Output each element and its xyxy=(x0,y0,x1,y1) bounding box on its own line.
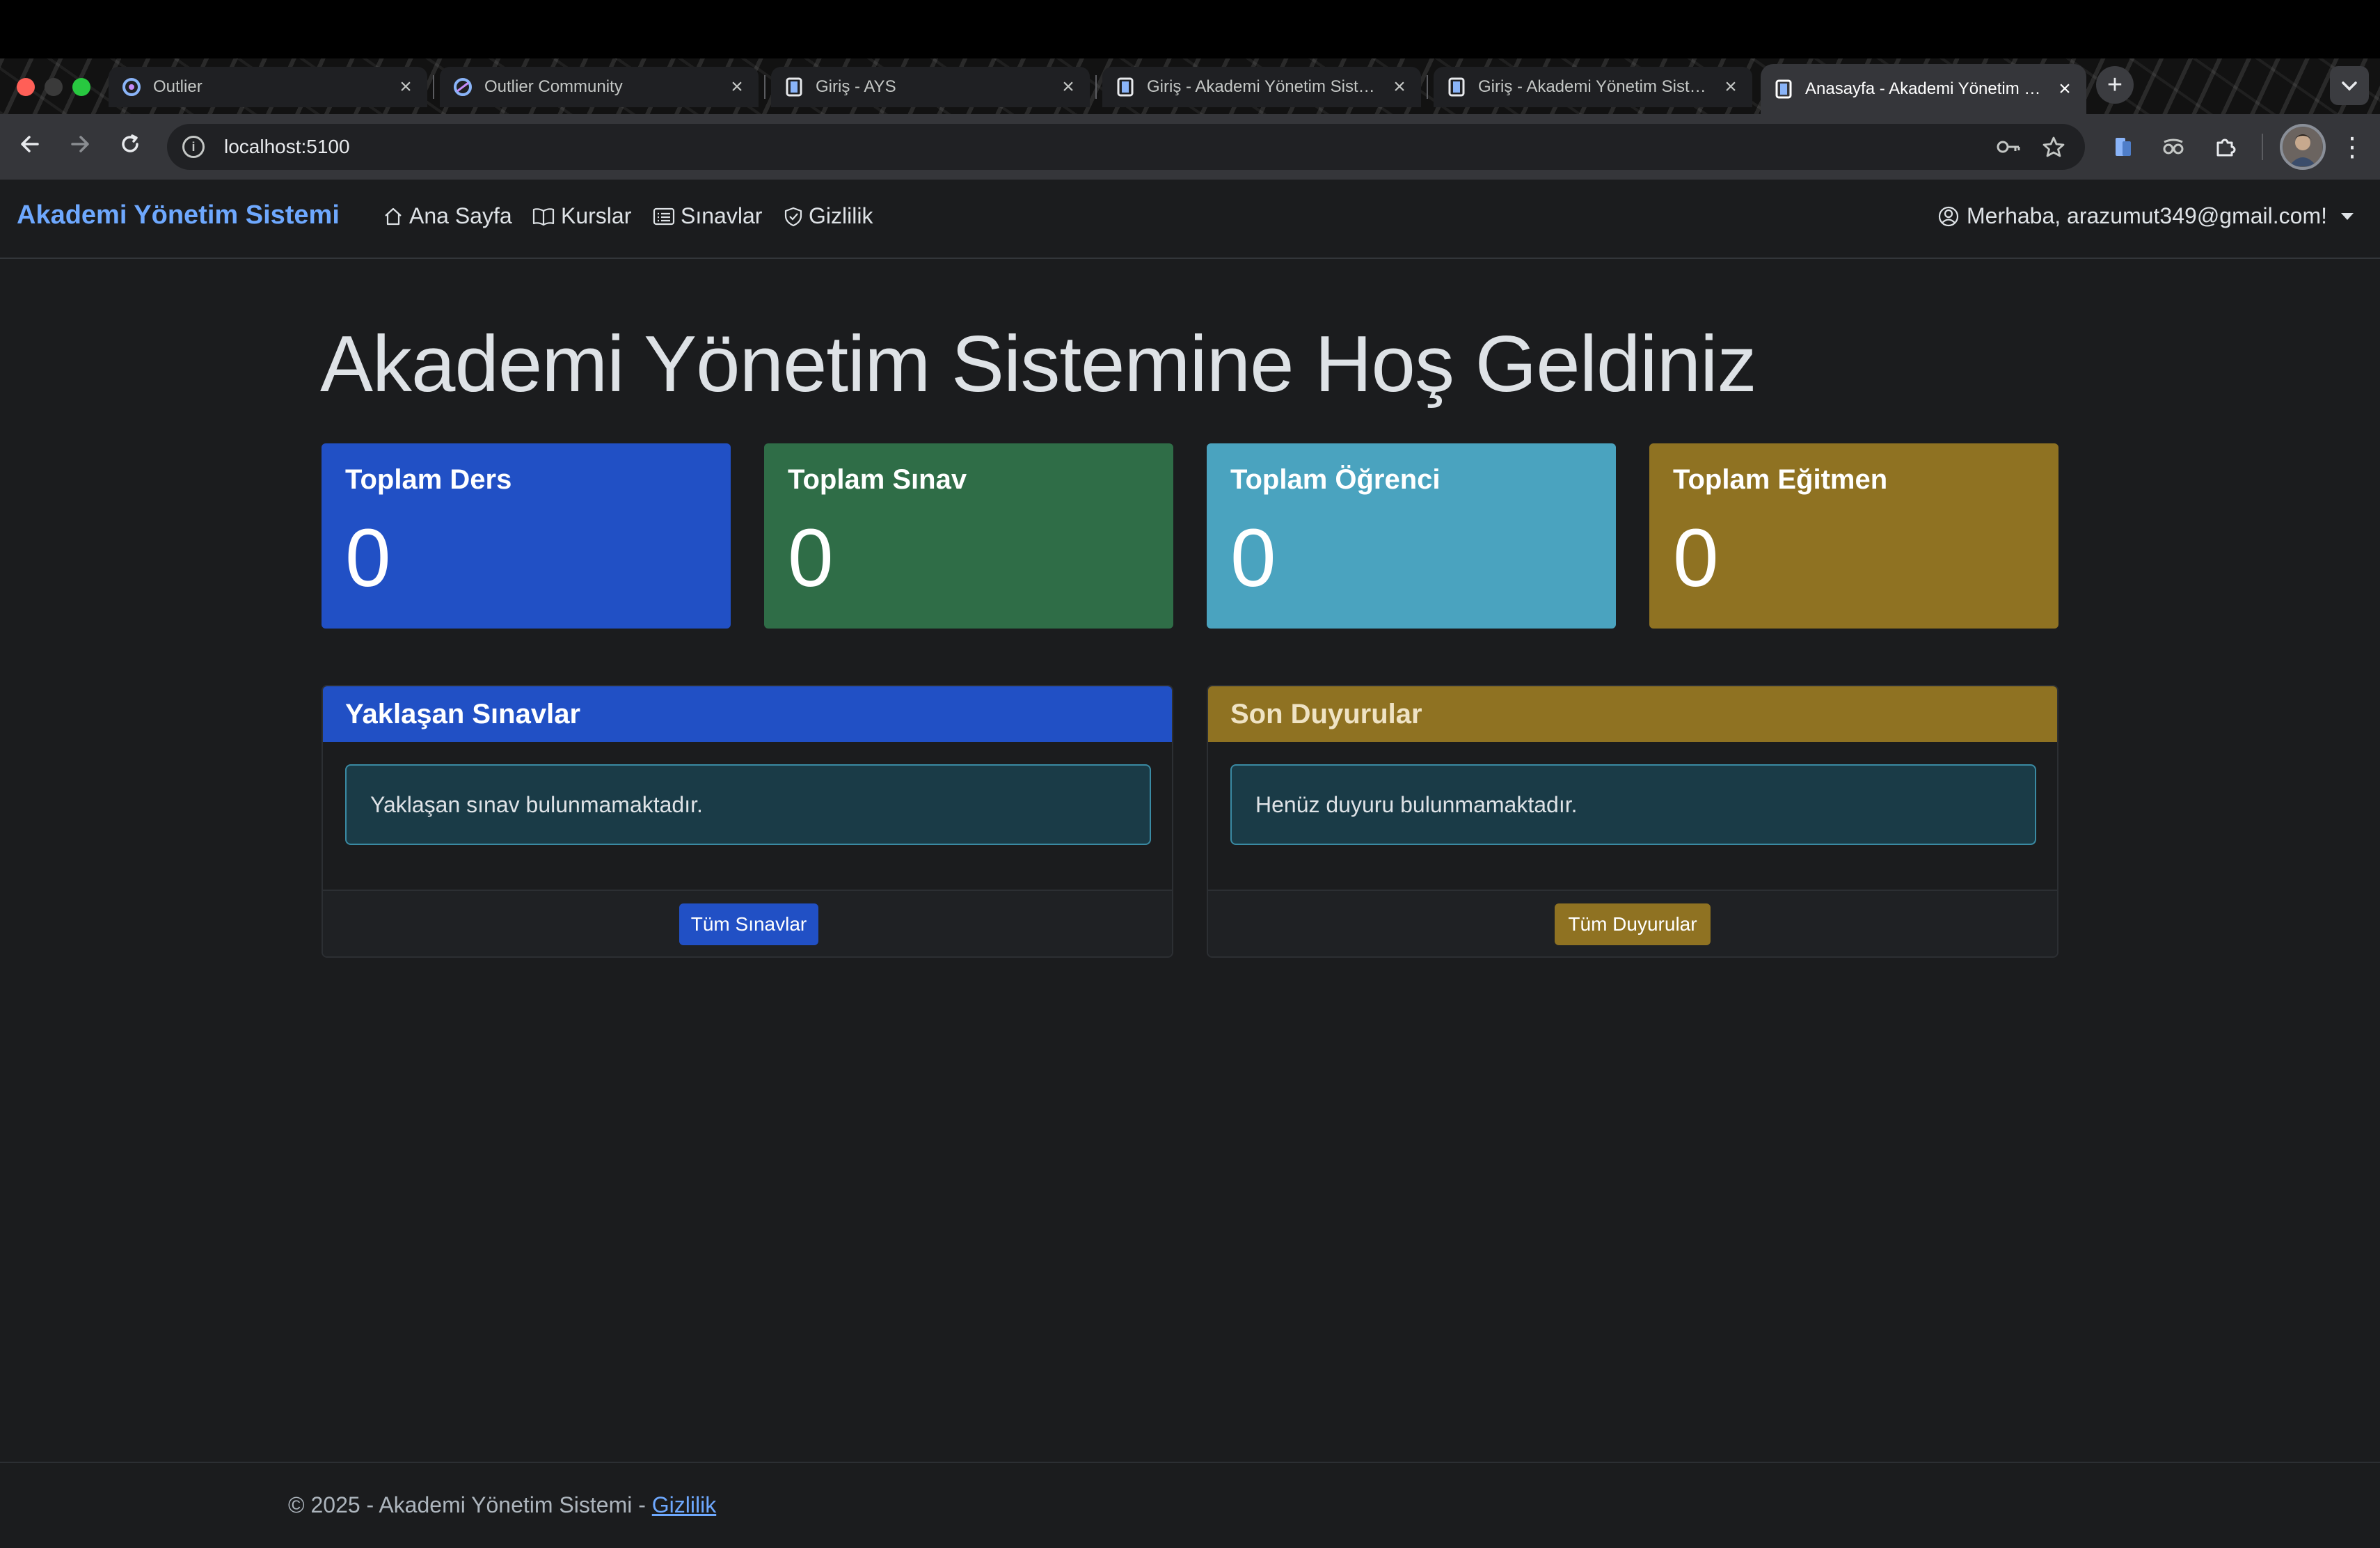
stat-value: 0 xyxy=(788,512,834,604)
announcements-card: Son Duyurular Henüz duyuru bulunmamaktad… xyxy=(1207,685,2058,958)
document-icon xyxy=(1115,77,1136,97)
stat-title: Toplam Eğitmen xyxy=(1673,464,1888,495)
stat-card-total-exams: Toplam Sınav 0 xyxy=(764,443,1173,629)
screen-top-bar xyxy=(0,0,2380,58)
user-dropdown[interactable]: Merhaba, arazumut349@gmail.com! xyxy=(1937,203,2354,229)
stat-card-total-courses: Toplam Ders 0 xyxy=(322,443,731,629)
tab-title: Giriş - Akademi Yönetim Sistemi xyxy=(1147,77,1383,96)
person-circle-icon xyxy=(1938,206,1959,226)
tab-divider xyxy=(1095,75,1097,99)
house-icon xyxy=(385,207,402,225)
nav-link-label: Gizlilik xyxy=(809,203,873,228)
nav-link-privacy[interactable]: Gizlilik xyxy=(784,203,873,229)
close-icon[interactable]: × xyxy=(1722,75,1740,99)
tab-title: Outlier xyxy=(153,77,203,96)
bookmark-star-icon[interactable] xyxy=(2039,132,2068,161)
nav-link-courses[interactable]: Kurslar xyxy=(532,203,631,229)
nav-link-exams[interactable]: Sınavlar xyxy=(653,203,762,229)
close-window-button[interactable] xyxy=(17,78,35,96)
all-exams-button[interactable]: Tüm Sınavlar xyxy=(679,903,818,945)
document-icon xyxy=(1446,77,1467,97)
footer-privacy-link[interactable]: Gizlilik xyxy=(652,1492,716,1517)
empty-announcements-alert: Henüz duyuru bulunmamaktadır. xyxy=(1230,764,2036,845)
stat-title: Toplam Sınav xyxy=(788,464,967,495)
browser-menu-icon[interactable]: ⋮ xyxy=(2338,129,2366,164)
document-icon xyxy=(784,77,804,97)
brand-link[interactable]: Akademi Yönetim Sistemi xyxy=(17,200,340,230)
minimize-window-button[interactable] xyxy=(45,78,63,96)
stat-card-total-students: Toplam Öğrenci 0 xyxy=(1207,443,1616,629)
stat-value: 0 xyxy=(1230,512,1276,604)
tab-giris-akademi-2[interactable]: Giriş - Akademi Yönetim Sistemi × xyxy=(1434,67,1752,107)
stat-title: Toplam Öğrenci xyxy=(1230,464,1441,495)
reload-icon xyxy=(120,134,141,161)
upcoming-exams-card: Yaklaşan Sınavlar Yaklaşan sınav bulunma… xyxy=(322,685,1173,958)
empty-exams-alert: Yaklaşan sınav bulunmamaktadır. xyxy=(345,764,1151,845)
caret-down-icon xyxy=(2341,212,2354,220)
extension-glasses-icon[interactable] xyxy=(2156,129,2191,164)
all-announcements-button[interactable]: Tüm Duyurular xyxy=(1555,903,1711,945)
close-icon[interactable]: × xyxy=(1059,75,1077,99)
card-header: Son Duyurular xyxy=(1208,686,2057,742)
tab-giris-ays[interactable]: Giriş - AYS × xyxy=(771,67,1090,107)
new-tab-button[interactable]: + xyxy=(2096,66,2134,104)
card-footer: Tüm Sınavlar xyxy=(323,890,1172,956)
tab-title: Anasayfa - Akademi Yönetim Sistemi xyxy=(1805,79,2049,98)
tab-divider xyxy=(1427,75,1428,99)
document-icon xyxy=(1773,79,1794,100)
tab-outlier-community[interactable]: Outlier Community × xyxy=(440,67,759,107)
outlier-icon xyxy=(121,77,142,97)
chevron-down-icon xyxy=(2341,75,2358,97)
tab-anasayfa[interactable]: Anasayfa - Akademi Yönetim Sistemi × xyxy=(1761,64,2086,114)
forward-button[interactable] xyxy=(63,129,97,164)
card-list-icon xyxy=(653,207,675,225)
close-icon[interactable]: × xyxy=(2056,77,2074,101)
stat-card-total-instructors: Toplam Eğitmen 0 xyxy=(1649,443,2058,629)
user-greeting: Merhaba, arazumut349@gmail.com! xyxy=(1966,203,2327,228)
tab-title: Giriş - AYS xyxy=(816,77,896,96)
copyright-text: © 2025 - Akademi Yönetim Sistemi - xyxy=(288,1492,652,1517)
footer-text: © 2025 - Akademi Yönetim Sistemi - Gizli… xyxy=(288,1492,716,1518)
close-icon[interactable]: × xyxy=(1390,75,1409,99)
toolbar-divider xyxy=(2262,134,2263,160)
outlier-community-icon xyxy=(452,77,473,97)
tab-divider xyxy=(433,75,434,99)
tab-title: Outlier Community xyxy=(484,77,623,96)
close-icon[interactable]: × xyxy=(397,75,415,99)
shield-icon xyxy=(784,207,802,226)
tab-divider xyxy=(764,75,765,99)
back-button[interactable] xyxy=(13,129,47,164)
password-key-icon[interactable] xyxy=(1994,132,2024,161)
card-footer: Tüm Duyurular xyxy=(1208,890,2057,956)
tab-title: Giriş - Akademi Yönetim Sistemi xyxy=(1478,77,1715,96)
site-info-icon[interactable]: i xyxy=(182,136,205,158)
tab-giris-akademi-1[interactable]: Giriş - Akademi Yönetim Sistemi × xyxy=(1102,67,1421,107)
card-header: Yaklaşan Sınavlar xyxy=(323,686,1172,742)
book-icon xyxy=(532,207,555,226)
page-title: Akademi Yönetim Sistemine Hoş Geldiniz xyxy=(320,320,1756,409)
reload-button[interactable] xyxy=(113,129,148,164)
stat-value: 0 xyxy=(1673,512,1719,604)
nav-link-home[interactable]: Ana Sayfa xyxy=(383,203,512,229)
close-icon[interactable]: × xyxy=(728,75,746,99)
site-footer: © 2025 - Akademi Yönetim Sistemi - Gizli… xyxy=(0,1462,2380,1548)
arrow-right-icon xyxy=(70,134,90,161)
site-navbar: Akademi Yönetim Sistemi Ana Sayfa Kursla… xyxy=(0,180,2380,259)
url-text: localhost:5100 xyxy=(224,136,350,157)
tab-outlier[interactable]: Outlier × xyxy=(109,67,427,107)
extensions-puzzle-icon[interactable] xyxy=(2207,129,2242,164)
stat-value: 0 xyxy=(345,512,391,604)
nav-link-label: Kurslar xyxy=(561,203,632,228)
extension-doc-icon[interactable] xyxy=(2106,129,2141,164)
tab-search-button[interactable] xyxy=(2330,66,2369,105)
stat-title: Toplam Ders xyxy=(345,464,512,495)
arrow-left-icon xyxy=(19,134,40,161)
web-page: Akademi Yönetim Sistemi Ana Sayfa Kursla… xyxy=(0,180,2380,1548)
address-bar[interactable]: i localhost:5100 xyxy=(167,124,2085,170)
nav-link-label: Ana Sayfa xyxy=(409,203,512,228)
profile-avatar[interactable] xyxy=(2280,124,2326,170)
maximize-window-button[interactable] xyxy=(72,78,90,96)
nav-link-label: Sınavlar xyxy=(681,203,763,228)
